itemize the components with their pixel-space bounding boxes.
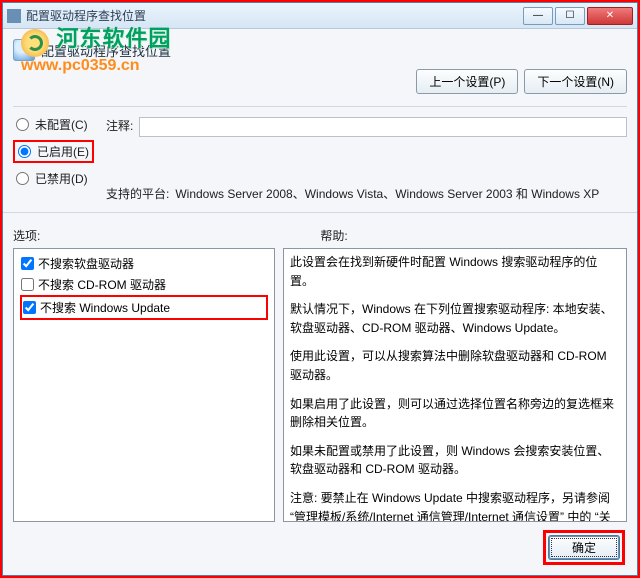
close-button[interactable]: ✕: [587, 7, 633, 25]
radio-disabled[interactable]: 已禁用(D): [13, 169, 94, 188]
prev-setting-button[interactable]: 上一个设置(P): [416, 69, 518, 94]
help-label: 帮助:: [320, 227, 347, 244]
platform-label: 支持的平台:: [106, 185, 169, 202]
panes-header: 选项: 帮助:: [13, 227, 627, 244]
divider: [13, 106, 627, 107]
dialog-window: 配置驱动程序查找位置 — ☐ ✕ 配置驱动程序查找位置 上一个设置(P) 下一个…: [2, 2, 638, 576]
checkbox-no-floppy-input[interactable]: [21, 257, 34, 270]
help-p1: 此设置会在找到新硬件时配置 Windows 搜索驱动程序的位置。: [290, 253, 620, 290]
checkbox-no-cdrom-input[interactable]: [21, 278, 34, 291]
panes-row: 不搜索软盘驱动器 不搜索 CD-ROM 驱动器 不搜索 Windows Upda…: [13, 248, 627, 524]
radio-enabled-label: 已启用(E): [37, 143, 89, 160]
client-area: 配置驱动程序查找位置 上一个设置(P) 下一个设置(N) 未配置(C) 已启用(…: [3, 29, 637, 575]
checkbox-no-floppy-label: 不搜索软盘驱动器: [38, 255, 134, 272]
radio-disabled-label: 已禁用(D): [35, 170, 88, 187]
app-icon: [7, 9, 21, 23]
window-buttons: — ☐ ✕: [523, 7, 633, 25]
help-p6: 注意: 要禁止在 Windows Update 中搜索驱动程序，另请参阅 “管理…: [290, 489, 620, 522]
help-p2: 默认情况下，Windows 在下列位置搜索驱动程序: 本地安装、软盘驱动器、CD…: [290, 300, 620, 337]
annotation-textbox[interactable]: [139, 117, 627, 137]
options-label: 选项:: [13, 227, 40, 244]
checkbox-no-cdrom[interactable]: 不搜索 CD-ROM 驱动器: [20, 274, 268, 295]
radio-not-configured-label: 未配置(C): [35, 116, 88, 133]
radio-not-configured[interactable]: 未配置(C): [13, 115, 94, 134]
minimize-button[interactable]: —: [523, 7, 553, 25]
state-radio-section: 未配置(C) 已启用(E) 已禁用(D) 注释: 支持的平台:: [13, 115, 627, 206]
navigation-buttons: 上一个设置(P) 下一个设置(N): [13, 69, 627, 94]
help-p4: 如果启用了此设置，则可以通过选择位置名称旁边的复选框来删除相关位置。: [290, 395, 620, 432]
ok-highlight: 确定: [543, 530, 625, 565]
checkbox-no-wu-label: 不搜索 Windows Update: [40, 299, 170, 316]
maximize-button[interactable]: ☐: [555, 7, 585, 25]
radio-enabled[interactable]: 已启用(E): [13, 140, 94, 163]
checkbox-no-floppy[interactable]: 不搜索软盘驱动器: [20, 253, 268, 274]
window-title: 配置驱动程序查找位置: [26, 7, 146, 24]
next-setting-button[interactable]: 下一个设置(N): [524, 69, 627, 94]
radio-enabled-input[interactable]: [18, 145, 31, 158]
checkbox-no-windows-update[interactable]: 不搜索 Windows Update: [20, 295, 268, 320]
platform-value: Windows Server 2008、Windows Vista、Window…: [175, 185, 599, 202]
policy-icon: [13, 39, 35, 61]
dialog-actions: 确定: [13, 524, 627, 565]
mid-divider: [3, 212, 637, 213]
help-pane[interactable]: 此设置会在找到新硬件时配置 Windows 搜索驱动程序的位置。 默认情况下，W…: [283, 248, 627, 522]
right-of-radio: 注释: 支持的平台: Windows Server 2008、Windows V…: [106, 115, 627, 206]
platform-row: 支持的平台: Windows Server 2008、Windows Vista…: [106, 185, 627, 202]
checkbox-no-wu-input[interactable]: [23, 301, 36, 314]
heading: 配置驱动程序查找位置: [13, 39, 627, 61]
help-p3: 使用此设置，可以从搜索算法中删除软盘驱动器和 CD-ROM 驱动器。: [290, 347, 620, 384]
titlebar: 配置驱动程序查找位置 — ☐ ✕: [3, 3, 637, 29]
help-p5: 如果未配置或禁用了此设置，则 Windows 会搜索安装位置、软盘驱动器和 CD…: [290, 442, 620, 479]
options-pane: 不搜索软盘驱动器 不搜索 CD-ROM 驱动器 不搜索 Windows Upda…: [13, 248, 275, 522]
checkbox-no-cdrom-label: 不搜索 CD-ROM 驱动器: [38, 276, 166, 293]
ok-button[interactable]: 确定: [549, 536, 619, 559]
radio-not-configured-input[interactable]: [16, 118, 29, 131]
radio-disabled-input[interactable]: [16, 172, 29, 185]
annotation-row: 注释:: [106, 117, 627, 137]
radio-column: 未配置(C) 已启用(E) 已禁用(D): [13, 115, 94, 188]
heading-text: 配置驱动程序查找位置: [41, 41, 171, 60]
annotation-label: 注释:: [106, 117, 133, 137]
